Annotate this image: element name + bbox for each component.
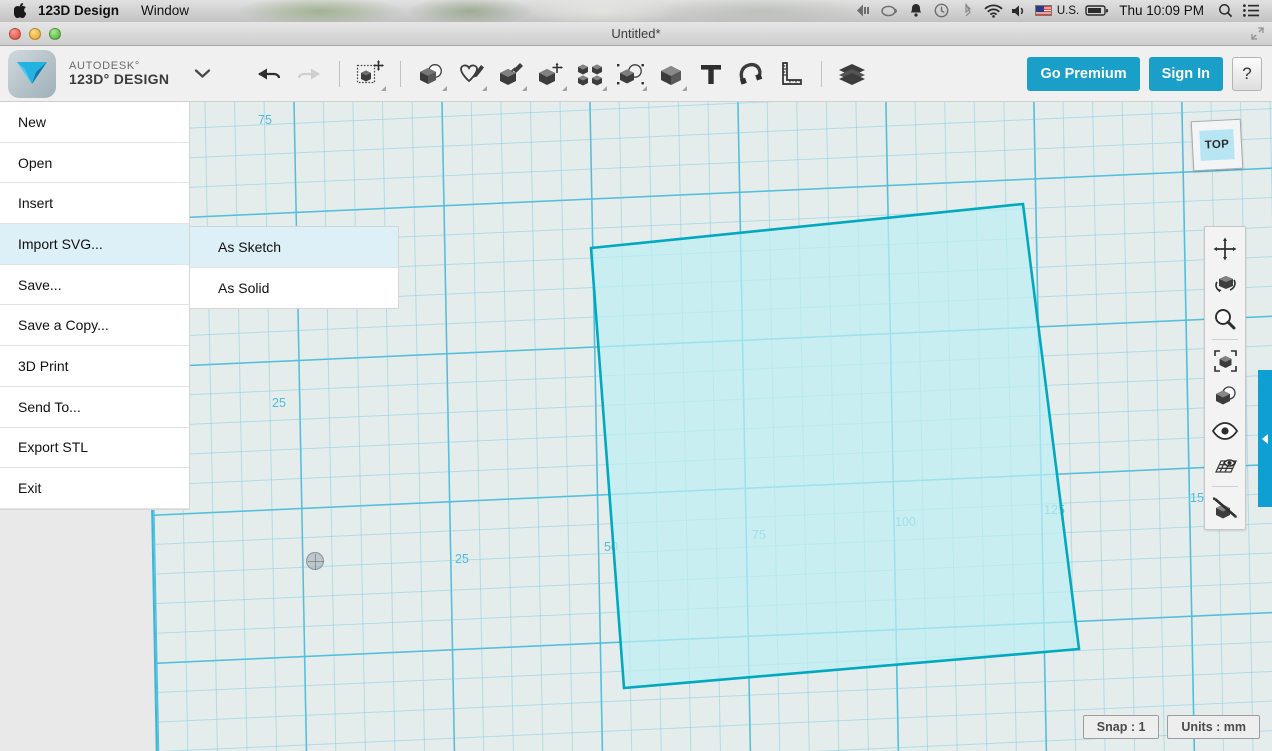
snap-status[interactable]: Snap : 1 — [1082, 715, 1160, 739]
construct-button[interactable] — [491, 53, 531, 95]
battery-icon[interactable] — [1083, 0, 1111, 22]
file-dropdown-menu: New Open Insert Import SVG... Save... Sa… — [0, 102, 190, 510]
brand-line-1: AUTODESK° — [69, 59, 141, 72]
go-premium-button[interactable]: Go Premium — [1027, 56, 1140, 91]
measure-button[interactable] — [771, 53, 811, 95]
toolbar-divider — [339, 60, 341, 87]
menu-item-exit[interactable]: Exit — [0, 468, 189, 509]
orbit-tool-button[interactable] — [1205, 266, 1245, 301]
help-button[interactable]: ? — [1232, 56, 1262, 91]
macos-menu-bar: 123D Design Window U.S. Thu 10:09 PM — [0, 0, 1272, 22]
toolbar-account-actions: Go Premium Sign In ? — [1027, 56, 1272, 91]
submenu-item-as-sketch[interactable]: As Sketch — [190, 227, 398, 268]
menu-item-insert[interactable]: Insert — [0, 183, 189, 225]
3d-viewport[interactable]: 75 25 25 50 75 100 125 150 TOP — [0, 102, 1272, 751]
menu-item-3d-print[interactable]: 3D Print — [0, 346, 189, 387]
pattern-button[interactable] — [571, 53, 611, 95]
text-button[interactable] — [691, 53, 731, 95]
menu-item-open[interactable]: Open — [0, 143, 189, 184]
menu-item-export-stl[interactable]: Export STL — [0, 428, 189, 469]
transform-button[interactable] — [350, 53, 390, 95]
volume-icon[interactable] — [1007, 0, 1033, 22]
undo-button[interactable] — [249, 53, 289, 95]
application-toolbar: AUTODESK° 123D° DESIGN Go Premium Sign I… — [0, 46, 1272, 102]
snap-button[interactable] — [731, 53, 771, 95]
chevron-down-icon[interactable] — [191, 63, 213, 85]
modify-button[interactable] — [531, 53, 571, 95]
menu-item-save[interactable]: Save... — [0, 265, 189, 306]
selected-sketch-rectangle[interactable] — [0, 102, 1272, 751]
grid-view-button[interactable] — [1205, 448, 1245, 483]
wifi-icon[interactable] — [981, 0, 1007, 22]
right-panel-handle[interactable] — [1258, 370, 1272, 507]
menubar-status-items: U.S. Thu 10:09 PM — [851, 0, 1272, 22]
menu-item-new[interactable]: New — [0, 102, 189, 143]
material-button[interactable] — [832, 53, 872, 95]
menubar-app-name[interactable]: 123D Design — [27, 0, 130, 22]
grouping-button[interactable] — [611, 53, 651, 95]
apple-logo-icon[interactable] — [14, 3, 27, 18]
menubar-clock[interactable]: Thu 10:09 PM — [1111, 3, 1212, 18]
nav-divider — [1212, 339, 1238, 340]
autodesk-123d-logo-icon — [8, 49, 56, 98]
history-tool-group — [249, 53, 329, 95]
us-flag-icon[interactable] — [1033, 0, 1055, 22]
navigation-toolbar — [1204, 226, 1246, 530]
toolbar-divider-3 — [821, 60, 823, 87]
visibility-tool-button[interactable] — [1205, 413, 1245, 448]
primitives-button[interactable] — [411, 53, 451, 95]
toolbar-divider-2 — [400, 60, 402, 87]
window-title: Untitled* — [611, 26, 661, 41]
bluetooth-icon[interactable] — [955, 0, 981, 22]
sketch-button[interactable] — [451, 53, 491, 95]
combine-button[interactable] — [651, 53, 691, 95]
menu-item-send-to[interactable]: Send To... — [0, 387, 189, 428]
fit-tool-button[interactable] — [1205, 343, 1245, 378]
redo-button[interactable] — [289, 53, 329, 95]
triangle-left-icon — [1262, 433, 1268, 444]
view-cube-top-face[interactable]: TOP — [1190, 118, 1244, 172]
section-tool-button[interactable] — [1205, 490, 1245, 525]
caffeine-cup-icon[interactable] — [877, 0, 903, 22]
units-status[interactable]: Units : mm — [1167, 715, 1260, 739]
display-tool-button[interactable] — [1205, 378, 1245, 413]
pause-icon[interactable] — [851, 0, 877, 22]
status-bar: Snap : 1 Units : mm — [1082, 715, 1260, 739]
import-svg-submenu: As Sketch As Solid — [190, 226, 399, 310]
window-title-bar: Untitled* — [0, 22, 1272, 46]
input-source-label[interactable]: U.S. — [1055, 5, 1083, 17]
brand-area[interactable]: AUTODESK° 123D° DESIGN — [0, 49, 213, 98]
notification-bell-icon[interactable] — [903, 0, 929, 22]
brand-line-2: 123D° DESIGN — [69, 70, 170, 87]
menu-item-save-a-copy[interactable]: Save a Copy... — [0, 305, 189, 347]
search-icon[interactable] — [1212, 0, 1238, 22]
pan-tool-button[interactable] — [1205, 231, 1245, 266]
list-icon[interactable] — [1238, 0, 1264, 22]
view-cube[interactable]: TOP — [1190, 118, 1248, 176]
zoom-tool-button[interactable] — [1205, 301, 1245, 336]
brand-text: AUTODESK° 123D° DESIGN — [69, 60, 169, 88]
fullscreen-icon[interactable] — [1251, 27, 1264, 40]
nav-divider-2 — [1212, 486, 1238, 487]
menubar-window-menu[interactable]: Window — [130, 0, 200, 22]
time-machine-clock-icon[interactable] — [929, 0, 955, 22]
view-cube-label: TOP — [1199, 129, 1235, 161]
menu-item-import-svg[interactable]: Import SVG... — [0, 224, 189, 265]
sign-in-button[interactable]: Sign In — [1148, 56, 1223, 91]
submenu-item-as-solid[interactable]: As Solid — [190, 268, 398, 309]
